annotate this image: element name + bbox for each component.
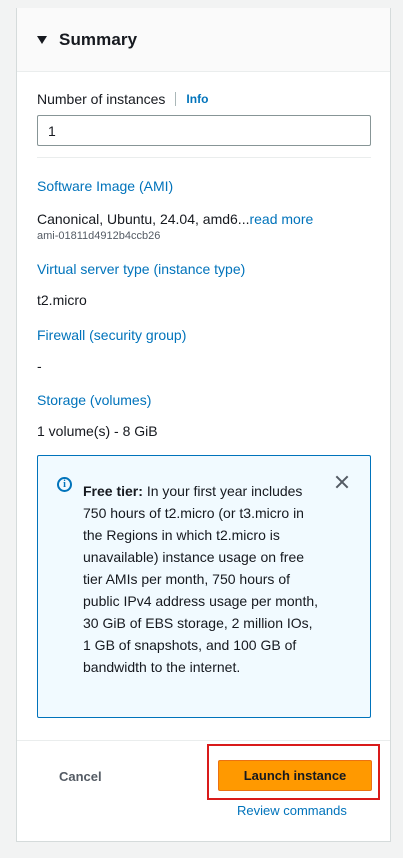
read-more-link[interactable]: read more: [249, 211, 313, 227]
instances-label: Number of instances: [37, 91, 166, 107]
summary-title: Summary: [59, 29, 138, 49]
instance-type-title-link[interactable]: Virtual server type (instance type): [37, 261, 245, 277]
free-tier-alert: i Free tier: In your first year includes…: [37, 455, 371, 718]
storage-value: 1 volume(s) - 8 GiB: [37, 423, 158, 439]
ami-id: ami-01811d4912b4ccb26: [37, 230, 161, 242]
ami-title-link[interactable]: Software Image (AMI): [37, 178, 173, 194]
info-icon: i: [57, 477, 72, 492]
storage-title-link[interactable]: Storage (volumes): [37, 392, 151, 408]
instance-type-value: t2.micro: [37, 292, 87, 308]
firewall-title-link[interactable]: Firewall (security group): [37, 327, 186, 343]
free-tier-label: Free tier:: [83, 483, 143, 499]
number-of-instances-input[interactable]: [37, 115, 371, 146]
summary-panel: Summary Number of instances Info Softwar…: [16, 8, 391, 842]
cancel-button[interactable]: Cancel: [45, 764, 116, 788]
summary-header[interactable]: Summary: [17, 8, 390, 72]
info-link[interactable]: Info: [186, 92, 208, 106]
ami-value: Canonical, Ubuntu, 24.04, amd6...read mo…: [37, 211, 313, 227]
free-tier-text: Free tier: In your first year includes 7…: [83, 480, 319, 678]
caret-down-icon[interactable]: [37, 35, 47, 44]
launch-instance-button[interactable]: Launch instance: [218, 760, 372, 791]
firewall-value: -: [37, 358, 42, 374]
free-tier-description: In your first year includes 750 hours of…: [83, 483, 319, 675]
ami-name: Canonical, Ubuntu, 24.04, amd6...: [37, 211, 250, 227]
review-commands-link[interactable]: Review commands: [237, 803, 347, 818]
label-separator: [175, 92, 177, 106]
instances-label-row: Number of instances Info: [37, 91, 208, 107]
footer-divider: [17, 740, 390, 741]
close-icon[interactable]: [332, 472, 352, 492]
section-divider: [37, 157, 371, 158]
